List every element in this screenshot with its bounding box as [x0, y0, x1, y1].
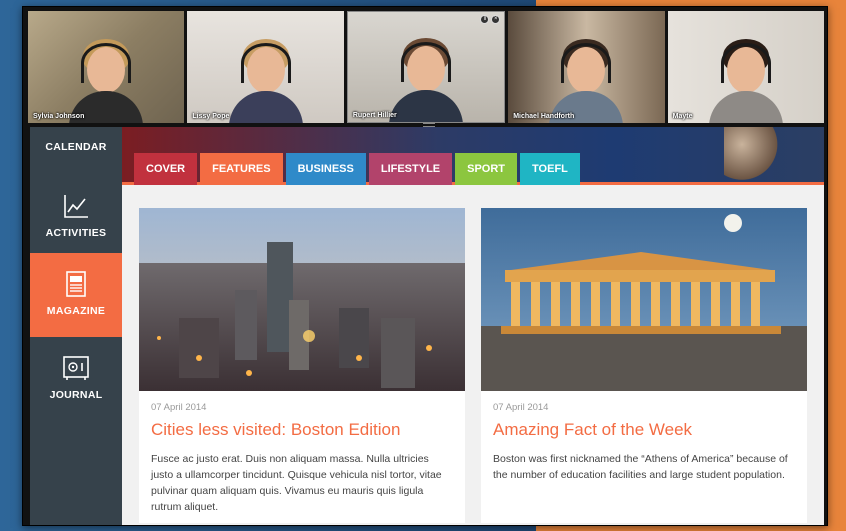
- video-tile[interactable]: Lissy Pope: [187, 11, 344, 123]
- tab-business[interactable]: BUSINESS: [285, 153, 366, 185]
- article-date: 07 April 2014: [151, 402, 207, 413]
- video-tile[interactable]: Sylvia Johnson: [28, 11, 185, 123]
- article-date: 07 April 2014: [493, 402, 549, 413]
- participant-name: Rupert Hillier: [352, 112, 397, 119]
- activity-chart-icon: [64, 195, 88, 218]
- tile-controls: ॥ ×: [480, 15, 501, 24]
- video-tile[interactable]: Michael Handforth: [508, 11, 665, 123]
- journal-icon: [63, 356, 89, 380]
- tab-lifestyle[interactable]: LIFESTYLE: [368, 153, 453, 185]
- sidebar-item-label: MAGAZINE: [46, 305, 106, 317]
- app-window: Sylvia Johnson Lissy Pope ॥ × Rupert Hil…: [22, 6, 828, 526]
- participant-name: Michael Handforth: [513, 113, 575, 120]
- sidebar-item-activities[interactable]: ACTIVITIES: [30, 185, 122, 251]
- magazine-icon: [66, 271, 86, 297]
- participant-name: Mayte: [672, 113, 693, 120]
- pause-icon[interactable]: ॥: [480, 15, 490, 24]
- sidebar-item-calendar[interactable]: CALENDAR: [30, 141, 122, 153]
- video-strip: Sylvia Johnson Lissy Pope ॥ × Rupert Hil…: [28, 11, 825, 123]
- article-excerpt: Fusce ac justo erat. Duis non aliquam ma…: [151, 453, 442, 513]
- banner-image: [724, 127, 784, 185]
- participant-video: [708, 33, 783, 123]
- boston-skyline-photo: [139, 208, 465, 391]
- article-card[interactable]: 07 April 2014 Amazing Fact of the Week B…: [481, 208, 807, 523]
- article-title[interactable]: Cities less visited: Boston Edition: [151, 420, 400, 440]
- close-icon[interactable]: ×: [491, 15, 501, 24]
- participant-video: [389, 32, 464, 122]
- video-tile[interactable]: Mayte: [667, 11, 825, 123]
- participant-video: [549, 33, 624, 123]
- tab-features[interactable]: FEATURES: [200, 153, 283, 185]
- video-tile-selected[interactable]: ॥ × Rupert Hillier: [346, 11, 506, 123]
- sidebar-item-magazine[interactable]: MAGAZINE: [30, 253, 122, 337]
- participant-name: Lissy Pope: [192, 113, 230, 120]
- sidebar-item-label: JOURNAL: [49, 389, 103, 401]
- participant-video: [228, 33, 303, 123]
- sidebar-item-label: CALENDAR: [45, 141, 107, 153]
- article-card[interactable]: 07 April 2014 Cities less visited: Bosto…: [139, 208, 465, 523]
- sidebar-item-journal[interactable]: JOURNAL: [30, 353, 122, 423]
- tab-cover[interactable]: COVER: [134, 153, 198, 185]
- magazine-content: COVER FEATURES BUSINESS LIFESTYLE SPORT …: [122, 127, 824, 525]
- tab-sport[interactable]: SPORT: [455, 153, 518, 185]
- tab-toefl[interactable]: TOEFL: [520, 153, 580, 185]
- article-excerpt: Boston was first nicknamed the “Athens o…: [493, 453, 788, 481]
- participant-name: Sylvia Johnson: [33, 113, 85, 120]
- section-tabs: COVER FEATURES BUSINESS LIFESTYLE SPORT …: [134, 153, 580, 185]
- parthenon-photo: [481, 208, 807, 391]
- participant-video: [69, 33, 144, 123]
- sidebar: CALENDAR ACTIVITIES MAGAZINE JOURNAL: [30, 127, 122, 525]
- sidebar-item-label: ACTIVITIES: [45, 227, 107, 239]
- article-title[interactable]: Amazing Fact of the Week: [493, 420, 692, 440]
